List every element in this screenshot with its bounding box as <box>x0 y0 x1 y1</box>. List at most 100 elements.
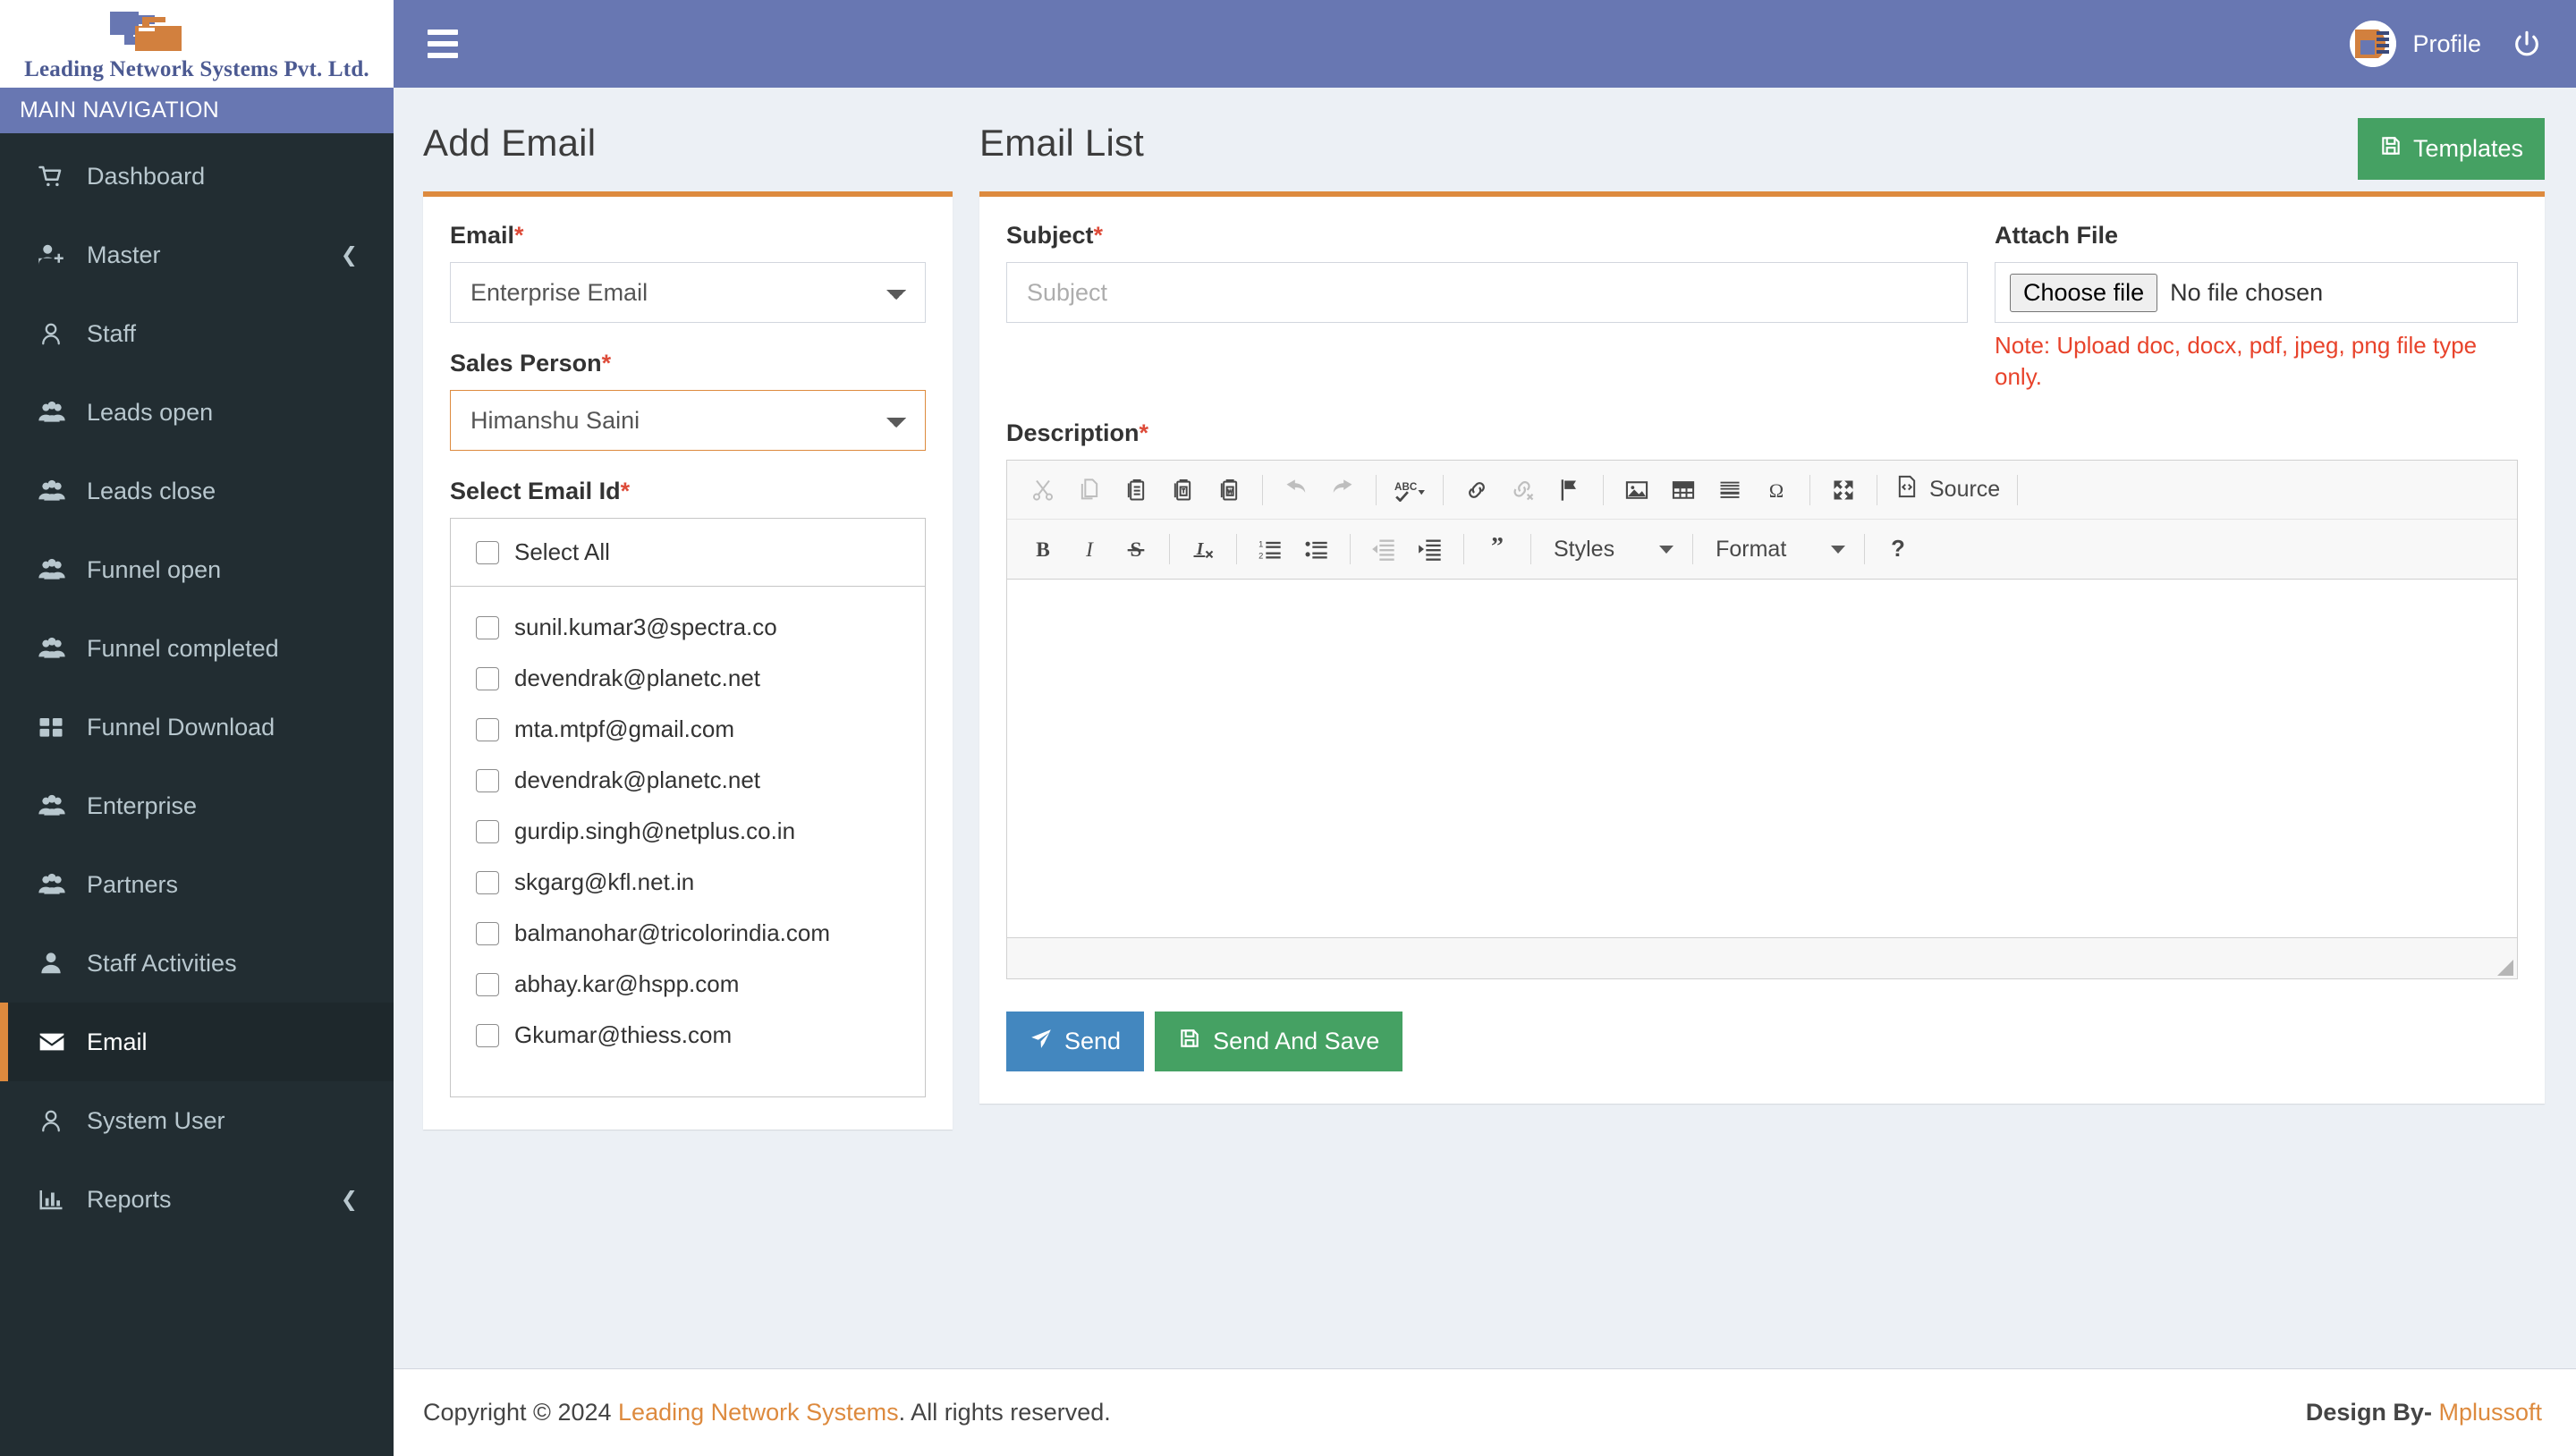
templates-button[interactable]: Templates <box>2357 118 2545 180</box>
outdent-icon[interactable] <box>1360 526 1407 572</box>
send-button[interactable]: Send <box>1006 1012 1145 1072</box>
email-type-label: Email* <box>450 222 926 250</box>
subject-input[interactable] <box>1006 262 1968 323</box>
profile-label: Profile <box>2412 30 2481 57</box>
sidebar-item-reports[interactable]: Reports ❮ <box>0 1160 394 1239</box>
horizontal-rule-icon[interactable] <box>1707 467 1753 513</box>
email-checkbox-row[interactable]: devendrak@planetc.net <box>476 766 925 794</box>
toolbar-separator <box>1530 534 1531 565</box>
maximize-icon[interactable] <box>1820 467 1867 513</box>
email-checkbox[interactable] <box>476 666 499 690</box>
chevron-left-icon: ❮ <box>340 1187 358 1211</box>
paste-icon[interactable] <box>1113 467 1159 513</box>
indent-icon[interactable] <box>1407 526 1453 572</box>
hamburger-icon[interactable] <box>428 30 467 58</box>
anchor-flag-icon[interactable] <box>1546 467 1593 513</box>
italic-icon[interactable]: I <box>1066 526 1113 572</box>
link-icon[interactable] <box>1453 467 1500 513</box>
power-icon[interactable] <box>2512 29 2542 59</box>
email-checkbox[interactable] <box>476 870 499 894</box>
sidebar-item-system-user[interactable]: System User <box>0 1081 394 1160</box>
about-help-icon[interactable]: ? <box>1875 526 1921 572</box>
add-email-panel: Add Email Email* Enterprise Email Sales … <box>394 88 953 1130</box>
email-type-select[interactable]: Enterprise Email <box>450 262 926 323</box>
email-type-label-text: Email <box>450 222 515 249</box>
unlink-icon[interactable] <box>1500 467 1546 513</box>
email-checkbox-row[interactable]: Gkumar@thiess.com <box>476 1021 925 1049</box>
email-checkbox-row[interactable]: gurdip.singh@netplus.co.in <box>476 817 925 845</box>
paste-text-icon[interactable] <box>1159 467 1206 513</box>
numbered-list-icon[interactable]: 12 <box>1247 526 1293 572</box>
sidebar-item-staff-activities[interactable]: Staff Activities <box>0 924 394 1003</box>
email-checkbox-row[interactable]: skgarg@kfl.net.in <box>476 868 925 896</box>
sidebar-item-staff[interactable]: Staff <box>0 294 394 373</box>
page-content: Add Email Email* Enterprise Email Sales … <box>394 88 2576 1368</box>
email-checkbox-row[interactable]: mta.mtpf@gmail.com <box>476 715 925 743</box>
sidebar-item-master[interactable]: Master ❮ <box>0 216 394 294</box>
file-input[interactable]: Choose file No file chosen <box>1995 262 2518 323</box>
design-by-brand[interactable]: Mplussoft <box>2438 1399 2542 1426</box>
choose-file-button[interactable]: Choose file <box>2010 273 2158 312</box>
sidebar-item-label: Leads open <box>87 398 214 426</box>
required-asterisk: * <box>514 222 524 249</box>
select-all-row[interactable]: Select All <box>451 519 925 587</box>
users-icon <box>38 398 75 427</box>
email-checkbox[interactable] <box>476 615 499 639</box>
styles-dropdown[interactable]: Styles <box>1541 529 1682 570</box>
footer-company-link[interactable]: Leading Network Systems <box>618 1399 899 1426</box>
topbar-right: Profile <box>2350 21 2542 67</box>
sales-person-select[interactable]: Himanshu Saini <box>450 390 926 451</box>
sidebar-item-funnel-download[interactable]: Funnel Download <box>0 688 394 766</box>
image-icon[interactable] <box>1614 467 1660 513</box>
rich-text-editor: ABC Ω Source B I S I 1 2” Styles Format? <box>1006 460 2518 980</box>
undo-icon[interactable] <box>1273 467 1319 513</box>
paste-word-icon[interactable] <box>1206 467 1252 513</box>
email-checkbox-row[interactable]: abhay.kar@hspp.com <box>476 970 925 998</box>
email-checkbox[interactable] <box>476 819 499 843</box>
brand-name: Leading Network Systems Pvt. Ltd. <box>24 56 369 81</box>
special-character-icon[interactable]: Ω <box>1753 467 1800 513</box>
editor-content-area[interactable] <box>1007 580 2517 938</box>
sidebar-item-label: Enterprise <box>87 791 198 819</box>
select-all-checkbox[interactable] <box>476 540 499 564</box>
email-checkbox[interactable] <box>476 717 499 741</box>
brand-logo[interactable]: Leading Network Systems Pvt. Ltd. <box>0 0 394 88</box>
footer: Copyright © 2024 Leading Network Systems… <box>394 1368 2576 1456</box>
redo-icon[interactable] <box>1319 467 1366 513</box>
email-checkbox[interactable] <box>476 921 499 945</box>
sidebar-item-leads-close[interactable]: Leads close <box>0 452 394 530</box>
envelope-icon <box>38 1028 75 1056</box>
sidebar-item-partners[interactable]: Partners <box>0 845 394 924</box>
send-and-save-button[interactable]: Send And Save <box>1155 1012 1403 1072</box>
sidebar-item-label: Staff Activities <box>87 949 237 977</box>
spellcheck-icon[interactable]: ABC <box>1386 467 1433 513</box>
main-navigation-header: MAIN NAVIGATION <box>0 88 394 133</box>
sidebar-item-leads-open[interactable]: Leads open <box>0 373 394 452</box>
email-checkbox[interactable] <box>476 768 499 792</box>
email-checkbox[interactable] <box>476 1023 499 1047</box>
sidebar-item-dashboard[interactable]: Dashboard <box>0 137 394 216</box>
strikethrough-icon[interactable]: S <box>1113 526 1159 572</box>
resize-handle-icon[interactable] <box>2497 960 2513 977</box>
email-checkbox-row[interactable]: balmanohar@tricolorindia.com <box>476 919 925 947</box>
remove-format-icon[interactable]: I <box>1180 526 1226 572</box>
subject-label-text: Subject <box>1006 222 1094 249</box>
source-button[interactable]: Source <box>1887 474 2007 505</box>
email-address-label: devendrak@planetc.net <box>514 665 761 691</box>
sidebar-item-enterprise[interactable]: Enterprise <box>0 766 394 845</box>
email-checkbox[interactable] <box>476 972 499 996</box>
email-checkbox-row[interactable]: sunil.kumar3@spectra.co <box>476 614 925 641</box>
bold-icon[interactable]: B <box>1020 526 1066 572</box>
email-checkbox-row[interactable]: devendrak@planetc.net <box>476 665 925 692</box>
svg-text:I: I <box>1085 538 1094 562</box>
sidebar-item-funnel-completed[interactable]: Funnel completed <box>0 609 394 688</box>
sidebar-item-email[interactable]: Email <box>0 1003 394 1081</box>
sidebar-item-funnel-open[interactable]: Funnel open <box>0 530 394 609</box>
format-dropdown[interactable]: Format <box>1703 529 1854 570</box>
cut-icon[interactable] <box>1020 467 1066 513</box>
blockquote-icon[interactable]: ” <box>1474 526 1521 572</box>
table-icon[interactable] <box>1660 467 1707 513</box>
profile-menu[interactable]: Profile <box>2350 21 2481 67</box>
bulleted-list-icon[interactable] <box>1293 526 1340 572</box>
copy-icon[interactable] <box>1066 467 1113 513</box>
